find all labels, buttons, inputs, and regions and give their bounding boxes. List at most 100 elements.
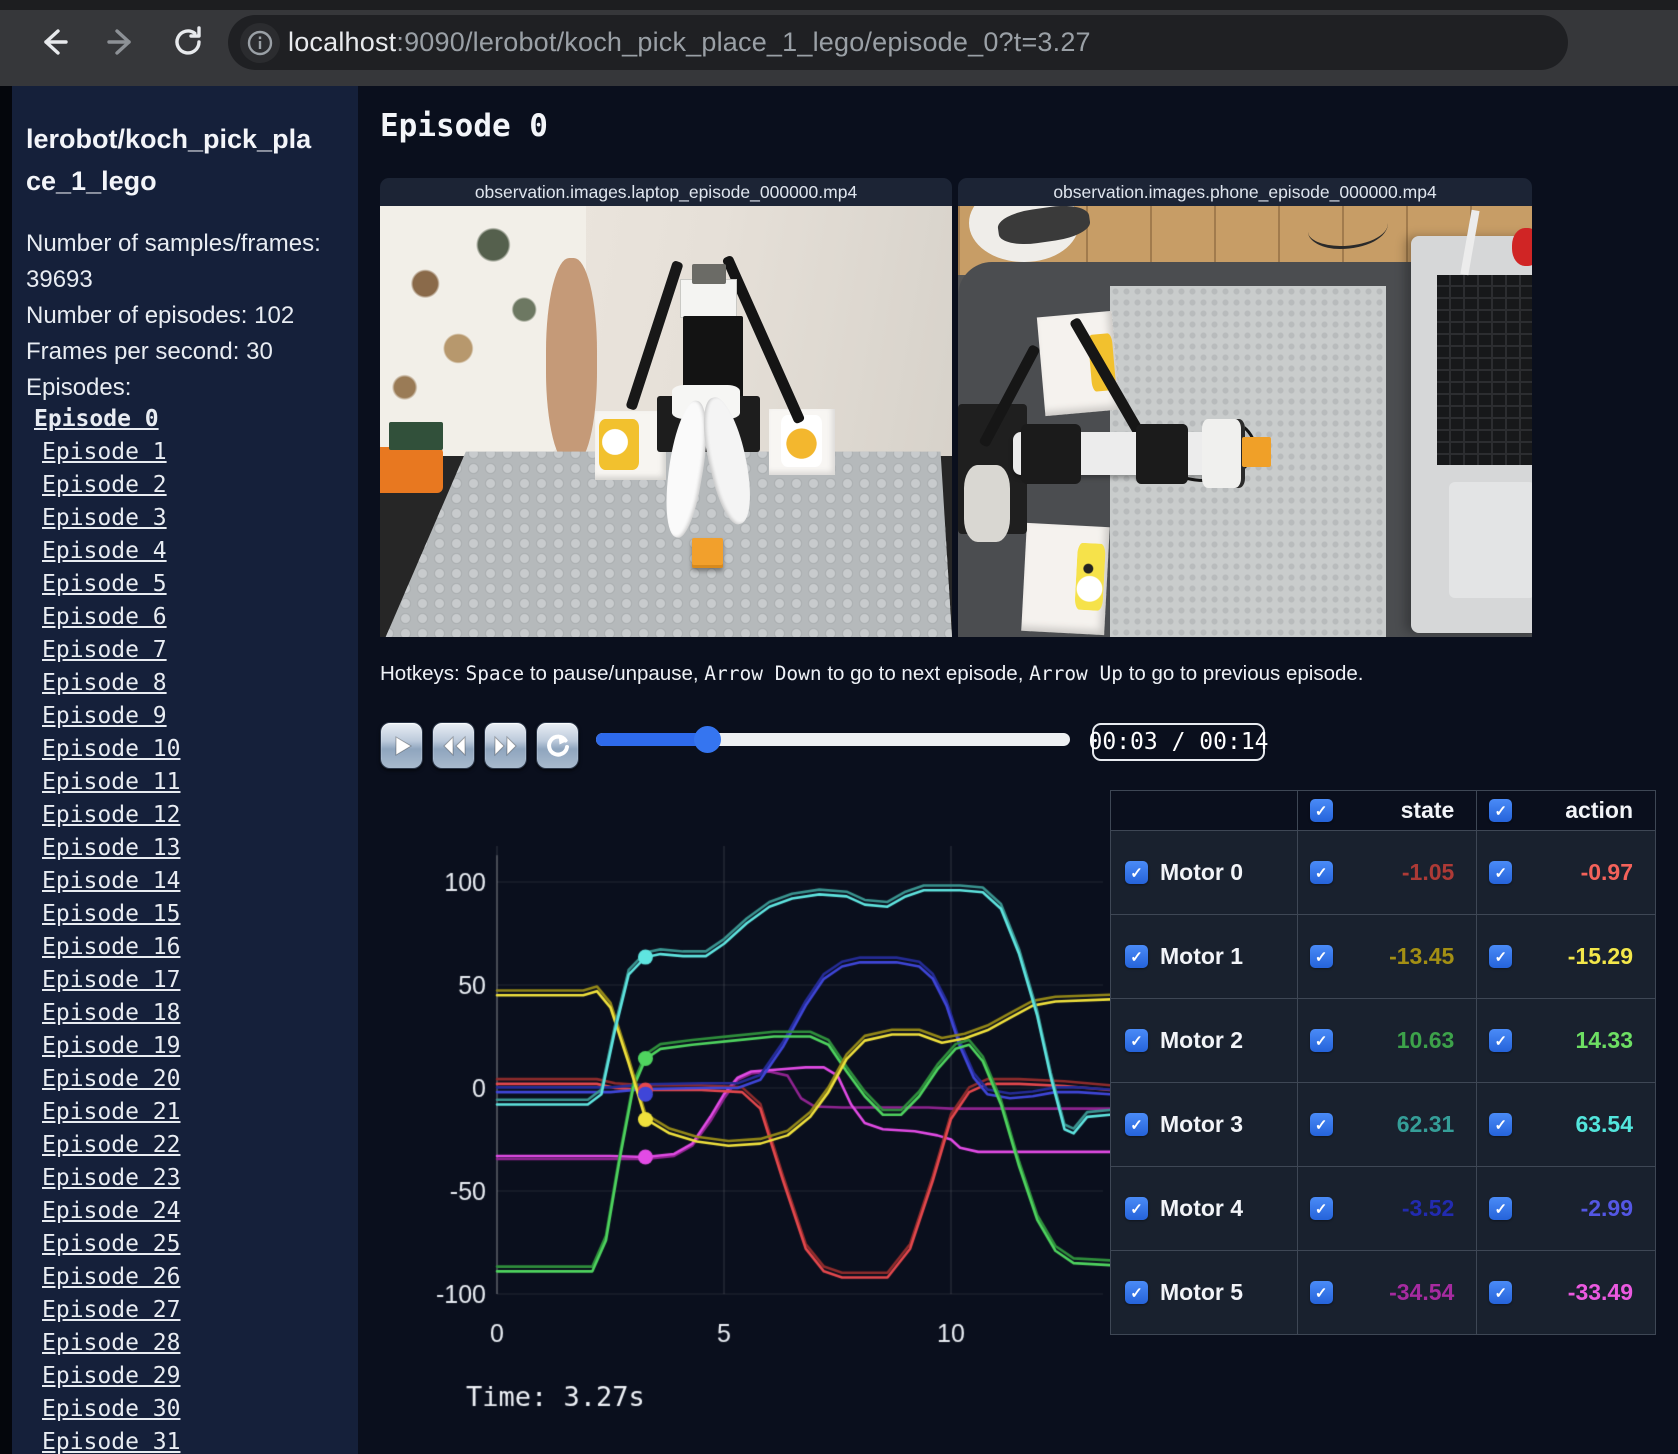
motor-row-checkbox[interactable] [1125, 1113, 1148, 1136]
motor-row-checkbox[interactable] [1125, 1197, 1148, 1220]
motor-action-checkbox[interactable] [1489, 945, 1513, 968]
episode-link-5[interactable]: Episode 5 [34, 571, 334, 604]
sidebar: lerobot/koch_pick_place_1_lego Number of… [12, 86, 358, 1454]
episode-link-1[interactable]: Episode 1 [34, 439, 334, 472]
episode-link-12[interactable]: Episode 12 [34, 802, 334, 835]
motor-table-corner-cell [1110, 790, 1298, 831]
motor-action-value: -15.29 [1567, 943, 1633, 969]
episode-link-18[interactable]: Episode 18 [34, 1000, 334, 1033]
motor-row-checkbox[interactable] [1125, 861, 1148, 884]
episode-list: Episode 0 Episode 1 Episode 2 Episode 3 Epis… [34, 406, 334, 1454]
motor-table-row: Motor 3 62.31 63.54 [1110, 1082, 1656, 1167]
robot-camera [691, 264, 727, 284]
episode-link-2[interactable]: Episode 2 [34, 472, 334, 505]
robot-gripper [1201, 419, 1245, 489]
motor-row-checkbox[interactable] [1125, 1029, 1148, 1052]
seek-slider[interactable] [596, 726, 1070, 753]
motor-state-checkbox[interactable] [1309, 1197, 1333, 1220]
motor-state-checkbox[interactable] [1309, 1029, 1333, 1052]
episode-link-9[interactable]: Episode 9 [34, 703, 334, 736]
info-samples: Number of samples/frames: 39693 [26, 230, 321, 293]
episode-link-30[interactable]: Episode 30 [34, 1396, 334, 1429]
motor-action-checkbox[interactable] [1489, 1113, 1513, 1136]
video-player-laptop[interactable] [380, 206, 952, 637]
motor-table: state action Motor 0 -1.05 -0.97 Motor 1 -13… [1110, 790, 1656, 1335]
video-caption-phone: observation.images.phone_episode_000000.… [958, 178, 1532, 206]
episode-link-3[interactable]: Episode 3 [34, 505, 334, 538]
motor-action-checkbox[interactable] [1489, 1281, 1513, 1304]
motor-action-value: -33.49 [1567, 1279, 1633, 1305]
video-player-phone[interactable] [958, 206, 1532, 637]
episode-link-7[interactable]: Episode 7 [34, 637, 334, 670]
forward-icon[interactable] [99, 20, 143, 64]
state-column-checkbox[interactable] [1309, 799, 1333, 822]
episode-link-24[interactable]: Episode 24 [34, 1198, 334, 1231]
episode-link-26[interactable]: Episode 26 [34, 1264, 334, 1297]
main-content: Episode 0 observation.images.laptop_epis… [358, 86, 1678, 1454]
episode-link-11[interactable]: Episode 11 [34, 769, 334, 802]
hotkeys-text: to go to next episode, [821, 662, 1030, 685]
hug-emoji-sticker [780, 415, 822, 468]
episode-link-14[interactable]: Episode 14 [34, 868, 334, 901]
state-header-label: state [1400, 797, 1455, 823]
episode-link-16[interactable]: Episode 16 [34, 934, 334, 967]
motor-table-row: Motor 4 -3.52 -2.99 [1110, 1166, 1656, 1251]
motor-action-checkbox[interactable] [1489, 861, 1513, 884]
hotkeys-text: to go to previous episode. [1123, 662, 1364, 685]
site-info-icon[interactable] [240, 22, 280, 63]
motor-row-checkbox[interactable] [1125, 1281, 1148, 1304]
episode-link-29[interactable]: Episode 29 [34, 1363, 334, 1396]
episode-link-0[interactable]: Episode 0 [34, 406, 334, 439]
episode-link-20[interactable]: Episode 20 [34, 1066, 334, 1099]
episode-link-17[interactable]: Episode 17 [34, 967, 334, 1000]
url-bar[interactable]: localhost:9090/lerobot/koch_pick_place_1… [228, 15, 1568, 70]
episode-link-13[interactable]: Episode 13 [34, 835, 334, 868]
motor-action-value: 63.54 [1575, 1111, 1633, 1137]
seek-slider-thumb[interactable] [693, 726, 721, 753]
action-header-cell: action [1476, 790, 1656, 831]
motor-state-value: -13.45 [1389, 943, 1455, 969]
motor-trajectory-chart[interactable] [380, 788, 1110, 1438]
reload-icon[interactable] [166, 20, 210, 64]
episode-link-4[interactable]: Episode 4 [34, 538, 334, 571]
action-column-checkbox[interactable] [1489, 799, 1513, 822]
orange-lego-brick [691, 537, 724, 569]
episode-link-28[interactable]: Episode 28 [34, 1330, 334, 1363]
episode-link-22[interactable]: Episode 22 [34, 1132, 334, 1165]
hotkey-space: Space [465, 662, 525, 685]
motor-state-checkbox[interactable] [1309, 1281, 1333, 1304]
motor-name: Motor 1 [1160, 943, 1244, 969]
rewind-button[interactable] [432, 722, 475, 769]
motor-state-checkbox[interactable] [1309, 945, 1333, 968]
dataset-info: Number of samples/frames: 39693 Number o… [26, 226, 332, 406]
motor-action-checkbox[interactable] [1489, 1197, 1513, 1220]
episode-link-27[interactable]: Episode 27 [34, 1297, 334, 1330]
panda-sticker [598, 418, 639, 470]
episode-link-6[interactable]: Episode 6 [34, 604, 334, 637]
emoji-box-left [594, 410, 666, 480]
play-button[interactable] [380, 722, 423, 769]
motor-table-row: Motor 1 -13.45 -15.29 [1110, 914, 1656, 999]
motor-state-checkbox[interactable] [1309, 861, 1333, 884]
episode-link-15[interactable]: Episode 15 [34, 901, 334, 934]
motor-row-checkbox[interactable] [1125, 945, 1148, 968]
episode-link-19[interactable]: Episode 19 [34, 1033, 334, 1066]
info-episodes-label: Episodes: [26, 374, 132, 401]
episode-link-10[interactable]: Episode 10 [34, 736, 334, 769]
episode-link-21[interactable]: Episode 21 [34, 1099, 334, 1132]
url-host: localhost [288, 27, 397, 57]
video-card-laptop: observation.images.laptop_episode_000000… [380, 178, 952, 637]
loop-button[interactable] [536, 722, 579, 769]
motor-state-checkbox[interactable] [1309, 1113, 1333, 1136]
episode-link-8[interactable]: Episode 8 [34, 670, 334, 703]
episode-link-23[interactable]: Episode 23 [34, 1165, 334, 1198]
episode-link-25[interactable]: Episode 25 [34, 1231, 334, 1264]
episode-link-31[interactable]: Episode 31 [34, 1429, 334, 1454]
fast-forward-button[interactable] [484, 722, 527, 769]
motor-action-checkbox[interactable] [1489, 1029, 1513, 1052]
url-text: localhost:9090/lerobot/koch_pick_place_1… [288, 27, 1091, 58]
back-icon[interactable] [32, 20, 76, 64]
motor-action-value: -2.99 [1580, 1195, 1633, 1221]
hotkeys-prefix: Hotkeys: [380, 662, 466, 685]
dataset-title: lerobot/koch_pick_place_1_lego [26, 124, 312, 196]
